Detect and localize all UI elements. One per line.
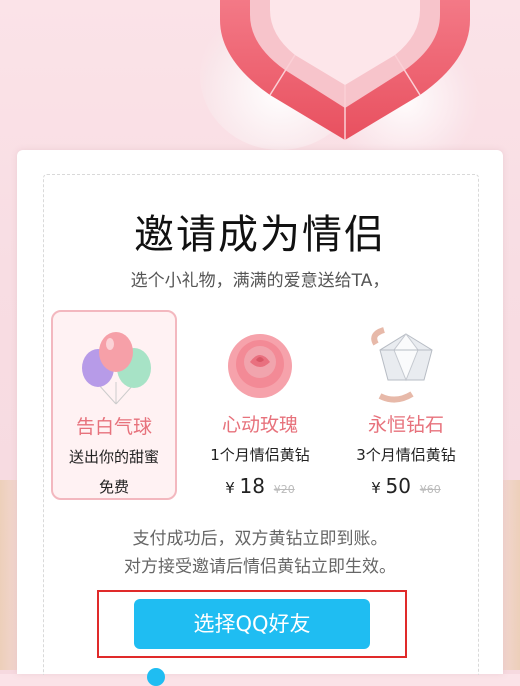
page-title: 邀请成为情侣	[134, 212, 386, 258]
gift-name: 心动玫瑰	[221, 414, 298, 436]
payment-note: 支付成功后，双方黄钻立即到账。	[132, 529, 388, 549]
original-price: ¥60	[419, 483, 441, 496]
gift-price: 免费	[98, 478, 129, 496]
gift-option-balloons[interactable]: 告白气球 送出你的甜蜜 免费	[51, 310, 177, 500]
gift-name: 告白气球	[75, 416, 152, 438]
bottom-partial-icon	[147, 668, 165, 686]
price-value: 50	[385, 474, 411, 498]
balloons-icon	[82, 332, 151, 405]
currency-symbol: ¥	[225, 479, 235, 497]
gift-desc: 1个月情侣黄钻	[210, 446, 310, 464]
price-value: 18	[239, 474, 265, 498]
gift-desc: 3个月情侣黄钻	[356, 446, 456, 464]
gift-price: ¥ 50 ¥60	[343, 474, 469, 498]
currency-symbol: ¥	[371, 479, 381, 497]
diamond-ring-icon	[371, 327, 433, 403]
gift-name: 永恒钻石	[367, 414, 444, 436]
gift-option-rose[interactable]: 心动玫瑰 1个月情侣黄钻 ¥ 18 ¥20	[197, 310, 323, 500]
page-subtitle: 选个小礼物，满满的爱意送给TA，	[130, 271, 390, 291]
rose-icon	[228, 334, 292, 398]
gift-desc: 送出你的甜蜜	[68, 448, 159, 466]
activation-note: 对方接受邀请后情侣黄钻立即生效。	[124, 557, 396, 577]
gift-price: ¥ 18 ¥20	[197, 474, 323, 498]
select-qq-friend-button[interactable]: 选择QQ好友	[134, 599, 370, 649]
original-price: ¥20	[273, 483, 295, 496]
invite-card: 邀请成为情侣 选个小礼物，满满的爱意送给TA， 告白气球 送出你的甜蜜 免费 心…	[17, 150, 503, 686]
gift-option-diamond[interactable]: 永恒钻石 3个月情侣黄钻 ¥ 50 ¥60	[343, 310, 469, 500]
